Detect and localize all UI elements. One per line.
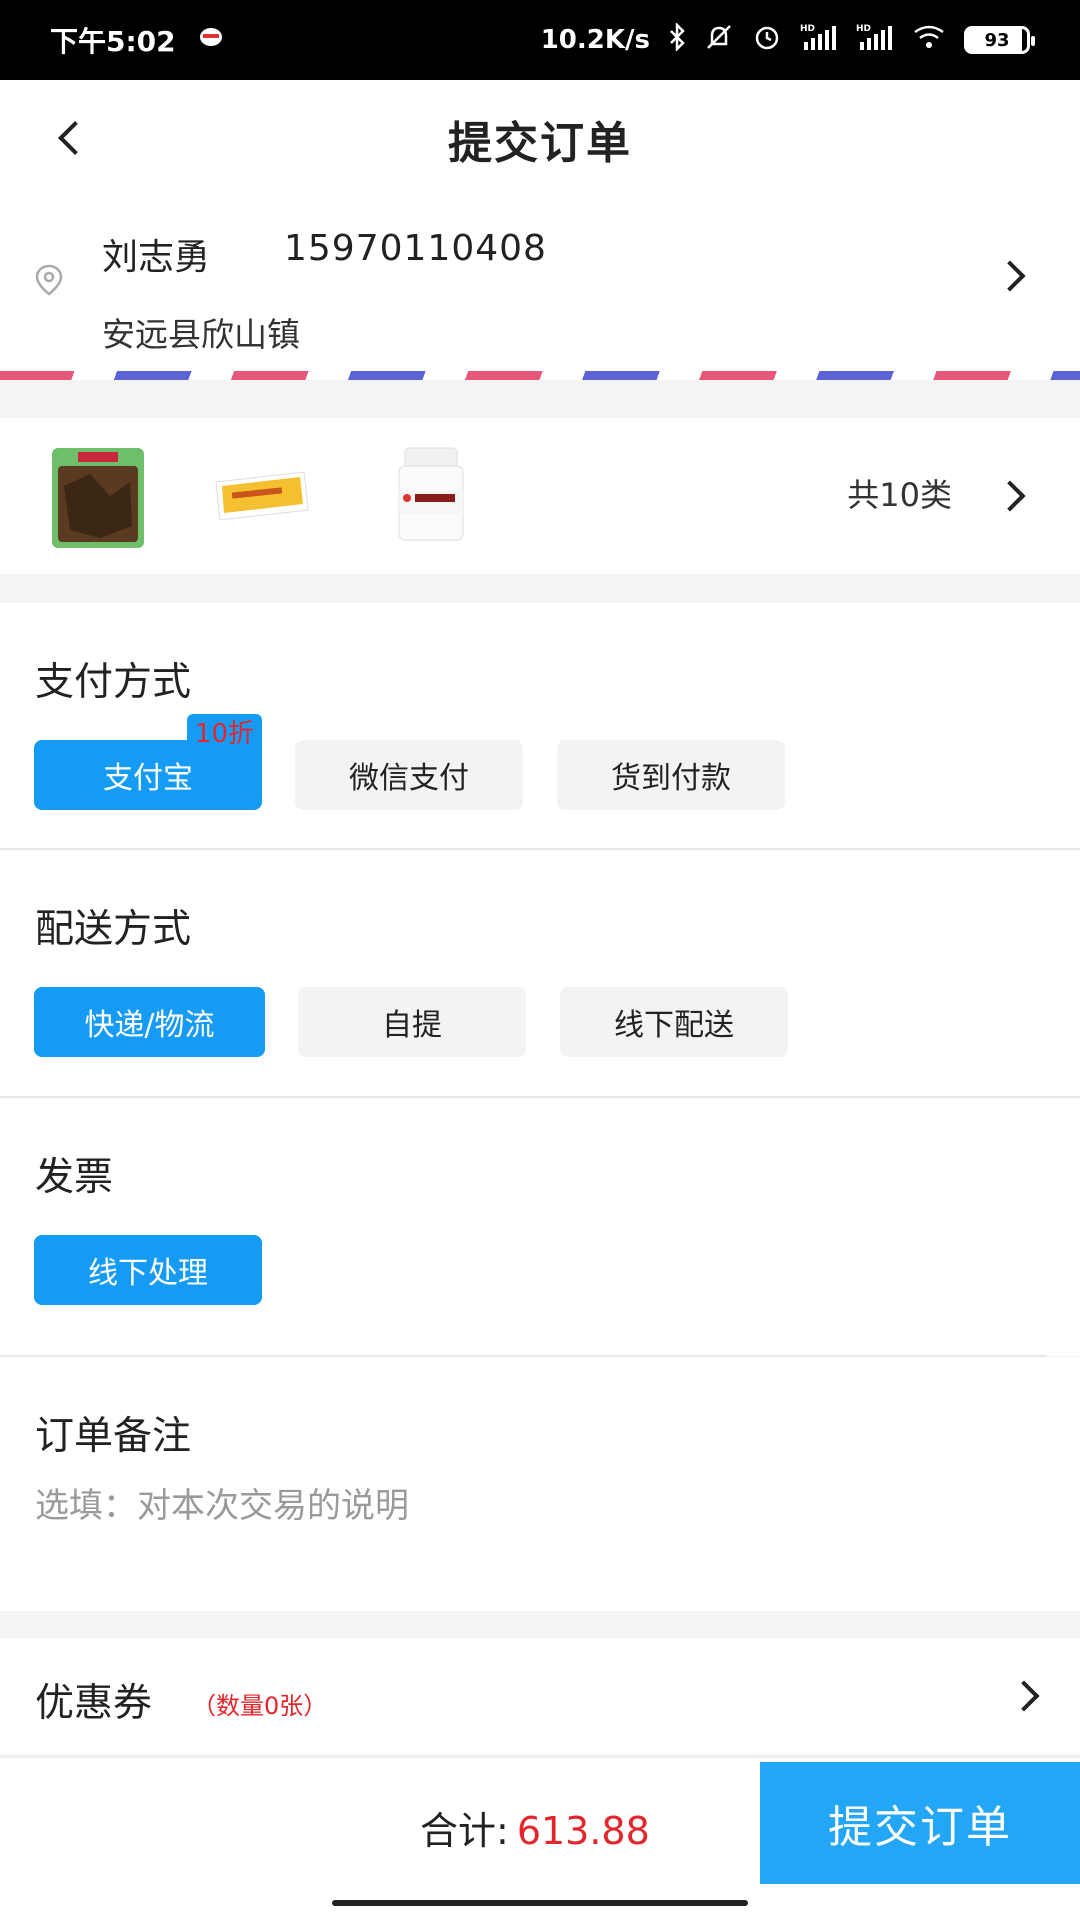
svg-text:HD: HD	[800, 24, 815, 34]
alarm-icon	[752, 22, 782, 59]
mute-icon	[704, 22, 734, 59]
payment-option-label: 支付宝	[103, 761, 193, 796]
remark-title: 订单备注	[35, 1414, 192, 1459]
network-speed: 10.2K/s	[540, 25, 650, 55]
address-card[interactable]: 刘志勇 15970110408 安远县欣山镇	[0, 198, 1080, 380]
battery-level: 93	[984, 29, 1010, 51]
delivery-section: 配送方式 快递/物流 自提 线下配送	[0, 850, 1080, 1096]
product-image-pill-bottle	[395, 446, 467, 542]
chevron-right-icon	[1008, 1680, 1040, 1712]
home-indicator[interactable]	[332, 1900, 748, 1906]
airmail-border	[0, 371, 1080, 380]
invoice-title: 发票	[35, 1155, 114, 1200]
total-value: 613.88	[516, 1809, 650, 1853]
delivery-option-express[interactable]: 快递/物流	[34, 987, 265, 1057]
recipient-address: 安远县欣山镇	[102, 315, 300, 354]
delivery-option-label: 快递/物流	[84, 1008, 215, 1043]
coupon-arrow[interactable]	[1004, 1676, 1044, 1716]
recipient-name: 刘志勇	[102, 237, 211, 278]
battery-icon: 93	[964, 26, 1035, 54]
product-count: 共10类	[847, 476, 952, 514]
invoice-option-label: 线下处理	[88, 1256, 208, 1291]
chevron-left-icon	[58, 121, 92, 155]
invoice-section: 发票 线下处理	[0, 1098, 1080, 1356]
payment-option-wechat[interactable]: 微信支付	[295, 740, 523, 810]
delivery-option-label: 线下配送	[614, 1008, 734, 1043]
page-title: 提交订单	[448, 118, 632, 169]
recipient-phone: 15970110408	[284, 228, 547, 269]
delivery-title: 配送方式	[35, 907, 192, 952]
notification-icon	[198, 25, 224, 55]
product-image-medicine-box	[212, 468, 312, 524]
chevron-right-icon	[994, 260, 1026, 292]
discount-badge: 10折	[186, 714, 262, 749]
invoice-option-offline[interactable]: 线下处理	[34, 1235, 262, 1305]
address-arrow[interactable]	[990, 256, 1030, 296]
chevron-right-icon	[994, 480, 1026, 512]
total-label: 合计:	[420, 1809, 509, 1853]
order-total: 合计: 613.88	[420, 1800, 650, 1855]
product-list-arrow[interactable]	[990, 476, 1030, 516]
status-time: 下午5:02	[50, 25, 176, 58]
status-bar: 下午5:02 10.2K/s HD HD 93	[0, 0, 1080, 80]
svg-text:HD: HD	[856, 24, 871, 34]
payment-title: 支付方式	[35, 660, 192, 705]
bluetooth-icon	[668, 21, 686, 58]
coupon-label: 优惠券	[35, 1681, 153, 1726]
signal-icon: HD	[800, 22, 838, 59]
delivery-option-offline[interactable]: 线下配送	[560, 987, 788, 1057]
delivery-option-label: 自提	[382, 1008, 442, 1043]
payment-option-label: 货到付款	[611, 761, 731, 796]
coupon-count: （数量0张）	[192, 1692, 328, 1720]
back-button[interactable]	[40, 108, 100, 168]
location-pin-icon	[32, 263, 66, 297]
wifi-icon	[912, 22, 946, 59]
payment-option-alipay[interactable]: 支付宝 10折	[34, 714, 262, 810]
app-header: 提交订单	[0, 80, 1080, 198]
product-summary[interactable]: 共10类	[0, 418, 1080, 574]
signal-icon-2: HD	[856, 22, 894, 59]
submit-order-button[interactable]: 提交订单	[760, 1762, 1080, 1884]
payment-option-label: 微信支付	[349, 761, 469, 796]
payment-option-cod[interactable]: 货到付款	[557, 740, 785, 810]
checkout-bar: 合计: 613.88 提交订单	[0, 1756, 1080, 1920]
remark-input[interactable]	[35, 1478, 1035, 1534]
payment-section: 支付方式 支付宝 10折 微信支付 货到付款	[0, 603, 1080, 848]
coupon-row[interactable]: 优惠券 （数量0张）	[0, 1638, 1080, 1754]
product-image-herb-bag	[50, 446, 146, 550]
delivery-option-pickup[interactable]: 自提	[298, 987, 526, 1057]
